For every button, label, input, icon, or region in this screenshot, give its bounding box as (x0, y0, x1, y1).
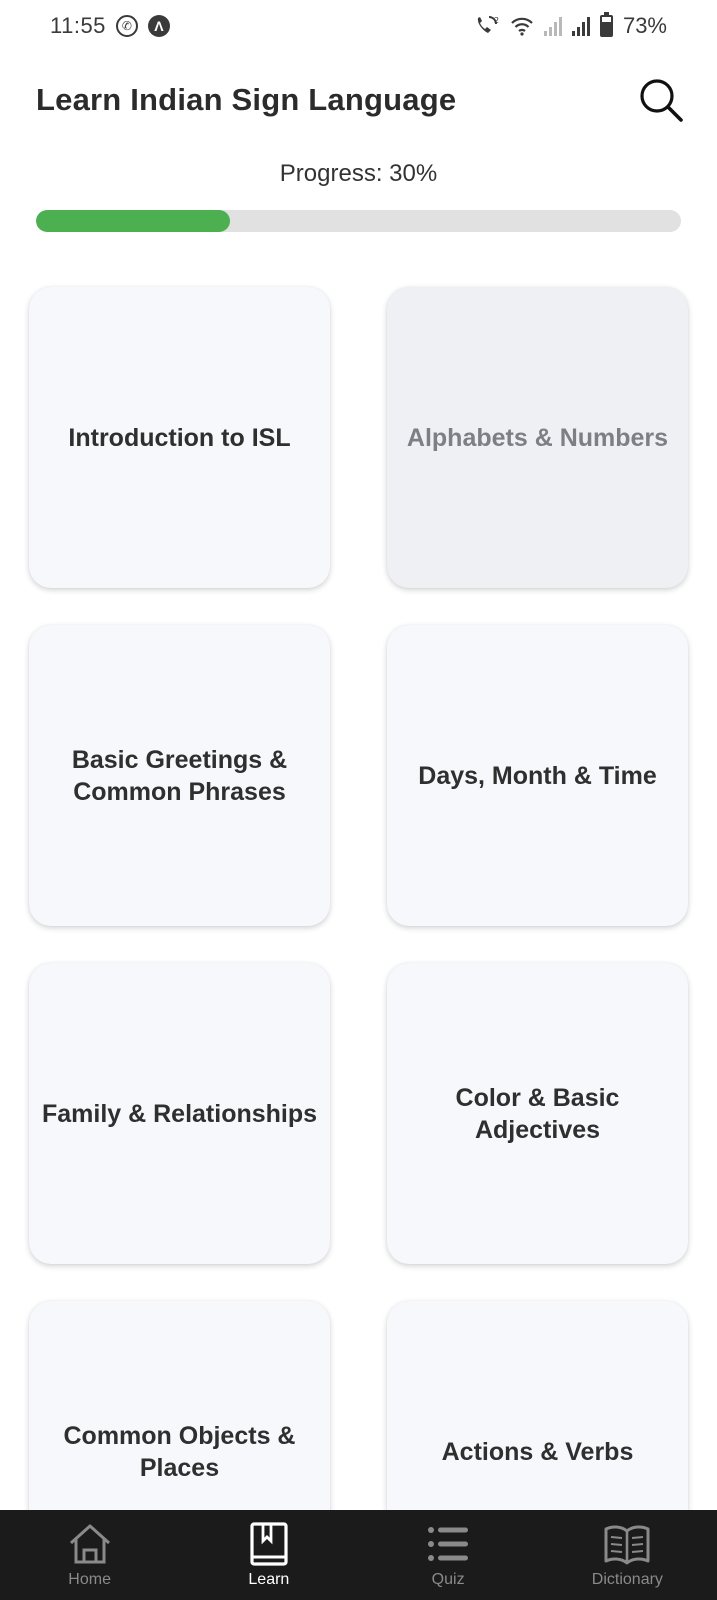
lesson-card-label: Actions & Verbs (441, 1437, 634, 1466)
a-badge-icon: Λ (147, 15, 170, 37)
nav-item-dictionary[interactable]: Dictionary (547, 1510, 707, 1600)
lesson-card-introduction[interactable]: Introduction to ISL (29, 287, 330, 588)
battery-icon (599, 12, 613, 37)
page-title: Learn Indian Sign Language (36, 82, 457, 117)
progress-bar (36, 210, 681, 232)
wifi-icon (510, 16, 534, 36)
nav-label: Dictionary (591, 1571, 663, 1588)
lesson-card-days-time[interactable]: Days, Month & Time (387, 625, 688, 926)
progress-label: Progress: 30% (279, 160, 438, 187)
home-icon (69, 1524, 110, 1564)
lesson-card-label: Color & Basic Adjectives (455, 1083, 620, 1144)
lesson-card-label: Introduction to ISL (68, 423, 291, 452)
lesson-card-label: Basic Greetings & Common Phrases (71, 745, 288, 806)
list-icon (428, 1527, 469, 1561)
learn-screen: 11:55 ✆ Λ 2 73% Learn Indian Sign Langua… (0, 0, 717, 1600)
app-header: Learn Indian Sign Language (36, 70, 686, 130)
signal-icon (571, 16, 590, 36)
signal-icon (543, 16, 562, 36)
svg-text:2: 2 (494, 16, 499, 25)
nav-item-quiz[interactable]: Quiz (368, 1510, 528, 1600)
lesson-card-greetings[interactable]: Basic Greetings & Common Phrases (29, 625, 330, 926)
lesson-grid: Introduction to ISL Alphabets & Numbers … (29, 287, 689, 1600)
bottom-nav: Home Learn Quiz Dictionary (0, 1510, 717, 1600)
lesson-card-label: Alphabets & Numbers (406, 423, 669, 452)
book-icon (250, 1522, 288, 1566)
whatsapp-icon: ✆ (115, 15, 138, 37)
nav-item-learn[interactable]: Learn (189, 1510, 349, 1600)
status-left: 11:55 ✆ Λ (50, 13, 170, 39)
lesson-card-label: Days, Month & Time (418, 761, 657, 790)
lesson-card-colors[interactable]: Color & Basic Adjectives (387, 963, 688, 1264)
open-book-icon (604, 1525, 650, 1565)
lesson-card-family[interactable]: Family & Relationships (29, 963, 330, 1264)
search-icon (640, 79, 683, 122)
progress-fill (36, 210, 230, 232)
nav-label: Home (68, 1571, 111, 1588)
nav-item-home[interactable]: Home (10, 1510, 170, 1600)
lesson-card-alphabets[interactable]: Alphabets & Numbers (387, 287, 688, 588)
lesson-card-label: Family & Relationships (41, 1099, 318, 1128)
nav-label: Quiz (431, 1571, 465, 1588)
status-time: 11:55 (50, 13, 106, 38)
lesson-card-label: Common Objects & Places (63, 1421, 296, 1482)
wifi-call-icon: 2 (474, 15, 500, 37)
nav-label: Learn (248, 1571, 290, 1588)
search-button[interactable] (636, 75, 686, 125)
battery-percent: 73% (622, 13, 667, 38)
status-right: 2 73% (474, 12, 667, 39)
status-bar: 11:55 ✆ Λ 2 73% (0, 0, 717, 52)
